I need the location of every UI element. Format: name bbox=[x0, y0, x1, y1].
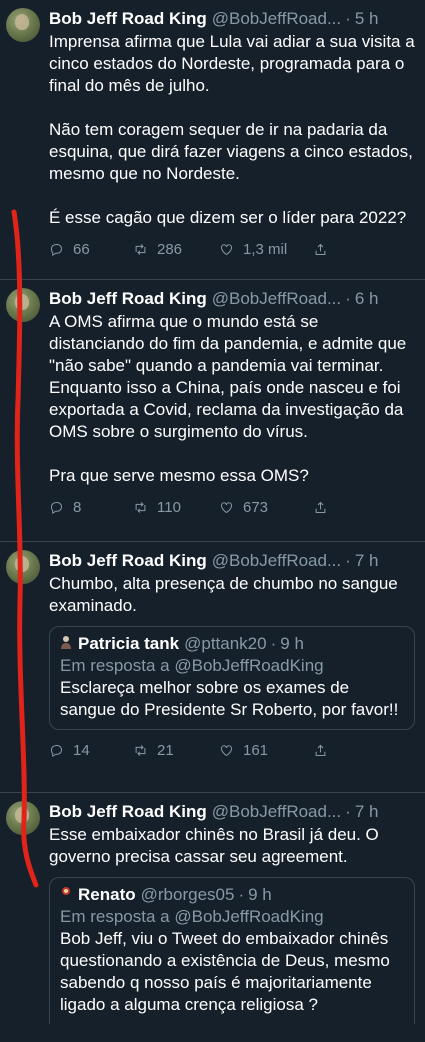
author-handle[interactable]: @BobJeffRoad... bbox=[212, 8, 341, 30]
heart-icon bbox=[221, 243, 232, 255]
quoted-author-name[interactable]: Renato bbox=[78, 884, 136, 906]
retweet-button[interactable]: 21 bbox=[133, 742, 215, 759]
quoted-tweet-text: Bob Jeff, viu o Tweet do embaixador chin… bbox=[60, 929, 390, 1014]
tweet-time[interactable]: 7 h bbox=[355, 801, 379, 823]
share-icon bbox=[315, 243, 326, 255]
tweet-time[interactable]: 6 h bbox=[355, 288, 379, 310]
user-avatar-icon bbox=[61, 636, 71, 649]
tweet-actions: 8 110 673 bbox=[49, 487, 415, 527]
tweet[interactable]: Bob Jeff Road King @BobJeffRoad... · 5 h… bbox=[0, 0, 425, 280]
tweet[interactable]: Bob Jeff Road King @BobJeffRoad... · 6 h… bbox=[0, 280, 425, 542]
separator-dot: · bbox=[270, 634, 277, 653]
reply-button[interactable]: 14 bbox=[49, 742, 131, 759]
like-button[interactable]: 673 bbox=[219, 499, 301, 516]
avatar[interactable] bbox=[6, 8, 40, 42]
separator-dot: · bbox=[345, 9, 351, 28]
tweet-header: Bob Jeff Road King @BobJeffRoad... · 6 h bbox=[49, 288, 415, 310]
quoted-tweet-time: 9 h bbox=[248, 885, 272, 904]
heart-icon bbox=[221, 744, 232, 756]
avatar[interactable] bbox=[6, 550, 40, 584]
share-button[interactable] bbox=[313, 500, 337, 515]
avatar[interactable] bbox=[6, 288, 40, 322]
quoted-tweet-text: Esclareça melhor sobre os exames de sang… bbox=[60, 678, 399, 719]
heart-icon bbox=[221, 501, 232, 513]
reply-icon bbox=[50, 744, 63, 757]
tweet-actions: 66 286 1,3 mil bbox=[49, 229, 415, 269]
reply-context: Em resposta a @BobJeffRoadKing bbox=[60, 655, 404, 677]
retweet-icon bbox=[135, 744, 146, 756]
retweet-icon bbox=[135, 243, 146, 255]
tweet-text: Esse embaixador chinês no Brasil já deu.… bbox=[49, 825, 379, 866]
tweet-text: A OMS afirma que o mundo está se distanc… bbox=[49, 312, 407, 485]
retweet-count: 286 bbox=[157, 240, 183, 258]
quoted-author-handle[interactable]: @pttank20 bbox=[184, 633, 266, 655]
tweet-text: Imprensa afirma que Lula vai adiar a sua… bbox=[49, 32, 415, 227]
tweet-time[interactable]: 7 h bbox=[355, 550, 379, 572]
like-button[interactable]: 1,3 mil bbox=[219, 241, 301, 258]
quoted-tweet-header: Patricia tank @pttank20 · 9 h bbox=[60, 633, 404, 655]
avatar[interactable] bbox=[6, 801, 40, 835]
tweet[interactable]: Bob Jeff Road King @BobJeffRoad... · 7 h… bbox=[0, 793, 425, 1024]
separator-dot: · bbox=[345, 289, 351, 308]
reply-button[interactable]: 8 bbox=[49, 499, 131, 516]
reply-context: Em resposta a @BobJeffRoadKing bbox=[60, 906, 404, 928]
retweet-count: 110 bbox=[157, 498, 181, 516]
quoted-author-name[interactable]: Patricia tank bbox=[78, 633, 179, 655]
reply-button[interactable]: 66 bbox=[49, 241, 131, 258]
tweet-header: Bob Jeff Road King @BobJeffRoad... · 5 h bbox=[49, 8, 415, 30]
share-icon bbox=[315, 501, 326, 513]
tweet-text: Chumbo, alta presença de chumbo no sangu… bbox=[49, 574, 398, 615]
quoted-author-handle[interactable]: @rborges05 bbox=[141, 884, 235, 906]
like-count: 673 bbox=[243, 498, 269, 516]
tweet-header: Bob Jeff Road King @BobJeffRoad... · 7 h bbox=[49, 550, 415, 572]
retweet-count: 21 bbox=[157, 741, 174, 759]
retweet-icon bbox=[135, 501, 146, 513]
retweet-button[interactable]: 110 bbox=[133, 499, 215, 516]
retweet-button[interactable]: 286 bbox=[133, 241, 215, 258]
reply-count: 66 bbox=[73, 240, 90, 258]
share-button[interactable] bbox=[313, 242, 337, 257]
quoted-tweet-header: Renato @rborges05 · 9 h bbox=[60, 884, 404, 906]
separator-dot: · bbox=[345, 551, 351, 570]
share-icon bbox=[315, 744, 326, 756]
reply-icon bbox=[50, 243, 63, 256]
author-handle[interactable]: @BobJeffRoad... bbox=[212, 801, 341, 823]
author-name[interactable]: Bob Jeff Road King bbox=[49, 801, 207, 823]
reply-icon bbox=[50, 501, 63, 514]
quoted-tweet-time: 9 h bbox=[280, 634, 304, 653]
reply-prefix: Em resposta a bbox=[60, 656, 170, 675]
like-button[interactable]: 161 bbox=[219, 742, 301, 759]
author-name[interactable]: Bob Jeff Road King bbox=[49, 8, 207, 30]
author-name[interactable]: Bob Jeff Road King bbox=[49, 550, 207, 572]
reply-mention[interactable]: @BobJeffRoadKing bbox=[174, 656, 323, 675]
tweet-actions: 14 21 161 bbox=[49, 730, 415, 770]
tweet-header: Bob Jeff Road King @BobJeffRoad... · 7 h bbox=[49, 801, 415, 823]
share-button[interactable] bbox=[313, 743, 337, 758]
author-handle[interactable]: @BobJeffRoad... bbox=[212, 288, 341, 310]
quoted-tweet[interactable]: Renato @rborges05 · 9 h Em resposta a @B… bbox=[49, 877, 415, 1024]
reply-count: 14 bbox=[73, 741, 90, 759]
tweet[interactable]: Bob Jeff Road King @BobJeffRoad... · 7 h… bbox=[0, 542, 425, 793]
quoted-tweet[interactable]: Patricia tank @pttank20 · 9 h Em respost… bbox=[49, 626, 415, 730]
separator-dot: · bbox=[238, 885, 245, 904]
reply-prefix: Em resposta a bbox=[60, 907, 170, 926]
like-count: 161 bbox=[243, 741, 269, 759]
like-count: 1,3 mil bbox=[243, 240, 288, 258]
reply-mention[interactable]: @BobJeffRoadKing bbox=[174, 907, 323, 926]
author-name[interactable]: Bob Jeff Road King bbox=[49, 288, 207, 310]
author-handle[interactable]: @BobJeffRoad... bbox=[212, 550, 341, 572]
user-avatar-icon bbox=[62, 887, 70, 895]
separator-dot: · bbox=[345, 802, 351, 821]
timeline-feed: Bob Jeff Road King @BobJeffRoad... · 5 h… bbox=[0, 0, 425, 1024]
tweet-time[interactable]: 5 h bbox=[355, 8, 379, 30]
reply-count: 8 bbox=[73, 498, 82, 516]
